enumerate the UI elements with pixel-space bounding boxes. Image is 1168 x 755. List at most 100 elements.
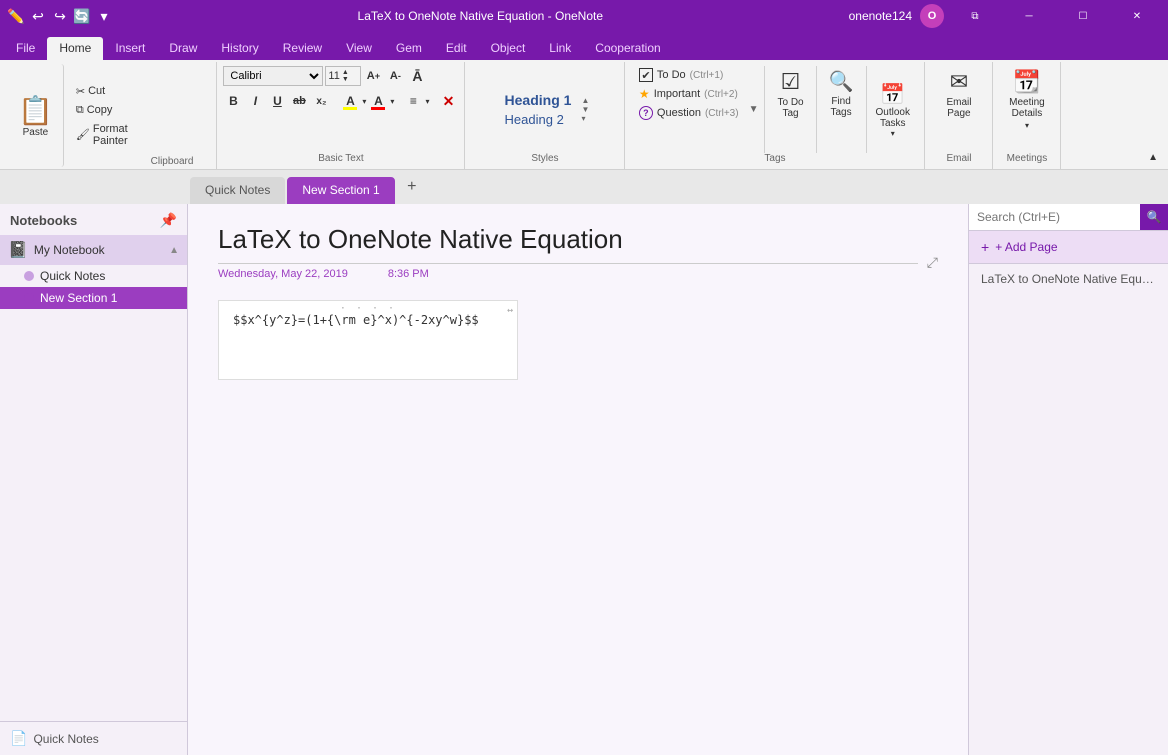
clear-button[interactable]: ✕	[438, 91, 458, 111]
font-color-icon: A	[374, 94, 383, 108]
tab-link[interactable]: Link	[537, 37, 583, 60]
bold-button[interactable]: B	[223, 91, 243, 111]
content-box-resize-icon[interactable]: ↔	[507, 305, 513, 316]
more-icon[interactable]: ▾	[96, 8, 112, 24]
collapse-ribbon-button[interactable]: ▲	[1146, 150, 1160, 165]
todo-tag-item[interactable]: ✔ To Do (Ctrl+1)	[635, 66, 743, 84]
important-tag-item[interactable]: ★ Important (Ctrl+2)	[635, 85, 743, 103]
align-dropdown-icon[interactable]: ▾	[425, 97, 429, 106]
styles-scroll-down-icon[interactable]: ▼	[581, 105, 589, 114]
add-section-button[interactable]: +	[399, 174, 425, 200]
undo-icon[interactable]: ↩	[30, 8, 46, 24]
outlook-icon: 📅	[880, 82, 905, 107]
format-painter-button[interactable]: 🖌 Format Painter	[72, 121, 132, 149]
tab-insert[interactable]: Insert	[103, 37, 157, 60]
font-size-down-icon[interactable]: ▼	[342, 76, 349, 83]
find-tags-icon: 🔍	[829, 69, 854, 94]
maximize-button[interactable]: ☐	[1060, 0, 1106, 32]
basic-text-group: Calibri 11 ▲ ▼ A+ A- Ā B I U ab x₂	[217, 62, 465, 169]
format-row: B I U ab x₂ A ▾ A ▾ ≡ ▾	[223, 91, 458, 111]
page-date: Wednesday, May 22, 2019	[218, 268, 348, 280]
email-group: ✉ EmailPage Email	[925, 62, 993, 169]
meeting-details-button[interactable]: 📆 MeetingDetails ▾	[999, 66, 1054, 133]
pen-icon[interactable]: ✏️	[8, 8, 24, 24]
highlight-dropdown-icon[interactable]: ▾	[362, 97, 366, 106]
tab-draw[interactable]: Draw	[157, 37, 209, 60]
tab-review[interactable]: Review	[271, 37, 334, 60]
expand-button[interactable]: ⤢	[927, 254, 938, 271]
tags-dropdown[interactable]: ▼	[747, 66, 761, 153]
font-color-button[interactable]: A	[368, 91, 388, 111]
minimize-button[interactable]: ─	[1006, 0, 1052, 32]
clear-format-button[interactable]: Ā	[407, 66, 427, 86]
heading2-style[interactable]: Heading 2	[499, 110, 578, 129]
notebook-collapse-icon[interactable]: ▲	[169, 245, 179, 256]
sidebar-bottom-quick-notes[interactable]: 📄 Quick Notes	[0, 721, 187, 755]
highlight-button[interactable]: A	[340, 91, 360, 111]
search-input[interactable]	[969, 204, 1140, 230]
tab-file[interactable]: File	[4, 37, 47, 60]
redo-icon[interactable]: ↪	[52, 8, 68, 24]
find-tags-button[interactable]: 🔍 FindTags	[821, 66, 862, 153]
todo-label: To Do	[657, 69, 686, 81]
styles-expand-icon[interactable]: ▾	[581, 114, 589, 123]
tab-object[interactable]: Object	[479, 37, 538, 60]
tab-cooperation[interactable]: Cooperation	[583, 37, 672, 60]
heading1-style[interactable]: Heading 1	[499, 90, 578, 110]
paste-button[interactable]: 📋 Paste	[8, 64, 64, 167]
tab-gem[interactable]: Gem	[384, 37, 434, 60]
underline-button[interactable]: U	[267, 91, 287, 111]
tab-view[interactable]: View	[334, 37, 384, 60]
grow-font-button[interactable]: A+	[363, 66, 383, 86]
notebooks-header: Notebooks 📌	[0, 204, 187, 235]
meeting-dropdown-icon[interactable]: ▾	[1025, 121, 1029, 130]
font-selector[interactable]: Calibri	[223, 66, 323, 86]
todo-tag-button[interactable]: ☑ To DoTag	[769, 66, 811, 153]
meetings-group: 📆 MeetingDetails ▾ Meetings	[993, 62, 1061, 169]
equation-content[interactable]: $$x^{y^z}=(1+{\rm e}^x)^{-2xy^w}$$	[233, 313, 479, 327]
sidebar-section-new-section-1[interactable]: New Section 1	[0, 287, 187, 309]
user-avatar[interactable]: O	[920, 4, 944, 28]
sync-icon[interactable]: 🔄	[74, 8, 90, 24]
section-dot-quick-notes	[24, 271, 34, 281]
add-page-label: + Add Page	[995, 240, 1057, 254]
tab-edit[interactable]: Edit	[434, 37, 479, 60]
font-size-up-icon[interactable]: ▲	[342, 69, 349, 76]
page-entry-0[interactable]: LaTeX to OneNote Native Equatio	[969, 264, 1168, 294]
basic-text-label: Basic Text	[318, 153, 363, 167]
todo-checkbox-icon: ✔	[639, 68, 653, 82]
tab-new-section-1[interactable]: New Section 1	[287, 177, 394, 204]
titlebar: ✏️ ↩ ↪ 🔄 ▾ LaTeX to OneNote Native Equat…	[0, 0, 1168, 32]
sidebar-section-quick-notes[interactable]: Quick Notes	[0, 265, 187, 287]
question-tag-item[interactable]: ? Question (Ctrl+3)	[635, 104, 743, 122]
styles-label: Styles	[531, 153, 558, 167]
add-page-button[interactable]: + + Add Page	[969, 231, 1168, 264]
styles-scroll-up-icon[interactable]: ▲	[581, 96, 589, 105]
align-button[interactable]: ≡	[403, 91, 423, 111]
strikethrough-button[interactable]: ab	[289, 91, 309, 111]
outlook-tasks-button[interactable]: 📅 OutlookTasks ▾	[871, 66, 915, 153]
close-button[interactable]: ✕	[1114, 0, 1160, 32]
shrink-font-button[interactable]: A-	[385, 66, 405, 86]
outlook-dropdown-icon[interactable]: ▾	[891, 129, 895, 138]
tab-quick-notes[interactable]: Quick Notes	[190, 177, 285, 204]
right-panel: 🔍 + + Add Page LaTeX to OneNote Native E…	[968, 204, 1168, 755]
tab-history[interactable]: History	[209, 37, 270, 60]
font-color-dropdown-icon[interactable]: ▾	[390, 97, 394, 106]
search-button[interactable]: 🔍	[1140, 204, 1168, 230]
cut-button[interactable]: ✂ Cut	[72, 83, 132, 100]
pin-icon[interactable]: 📌	[160, 212, 177, 229]
page-title: LaTeX to OneNote Native Equation	[218, 224, 918, 264]
email-page-button[interactable]: ✉ EmailPage	[931, 66, 986, 122]
italic-button[interactable]: I	[245, 91, 265, 111]
subscript-button[interactable]: x₂	[311, 91, 331, 111]
sidebar: Notebooks 📌 📓 My Notebook ▲ Quick Notes …	[0, 204, 188, 755]
my-notebook-item[interactable]: 📓 My Notebook ▲	[0, 235, 187, 265]
restore-down-icon[interactable]: ⧉	[952, 0, 998, 32]
tab-home[interactable]: Home	[47, 37, 103, 60]
styles-group: Heading 1 Heading 2 ▲ ▼ ▾ Styles	[465, 62, 625, 169]
copy-button[interactable]: ⧉ Copy	[72, 102, 132, 119]
todo-tag-label: To DoTag	[777, 97, 803, 119]
content-box[interactable]: · · · · ↔ $$x^{y^z}=(1+{\rm e}^x)^{-2xy^…	[218, 300, 518, 380]
meetings-label: Meetings	[1007, 153, 1048, 167]
